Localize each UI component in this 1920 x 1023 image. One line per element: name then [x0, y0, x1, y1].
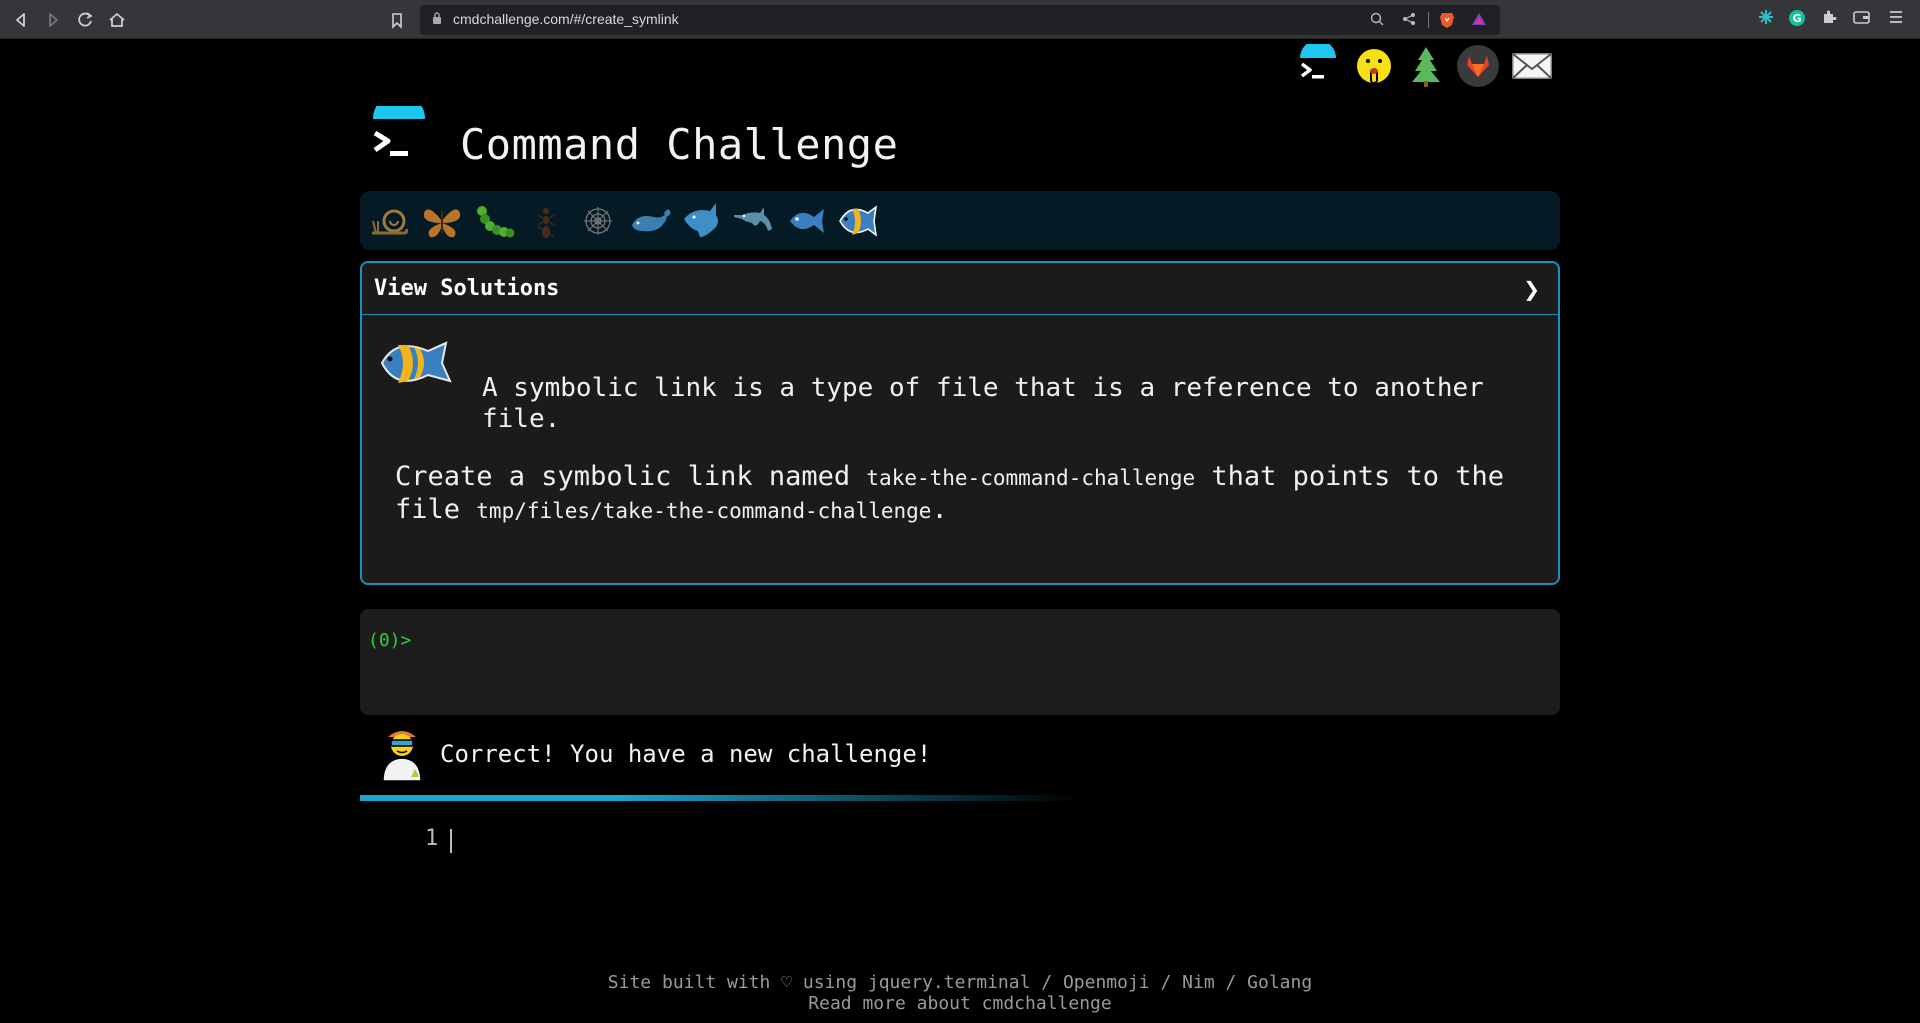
reload-icon[interactable]: [74, 9, 96, 31]
url-divider: [1428, 12, 1429, 28]
caterpillar-icon[interactable]: [472, 199, 516, 243]
lock-icon: [433, 12, 441, 24]
svg-text:G: G: [1792, 12, 1801, 25]
status-message: Correct! You have a new challenge!: [440, 740, 932, 768]
footer: Site built with ♡ using jquery.terminal …: [0, 972, 1920, 1014]
butterfly-icon[interactable]: [420, 199, 464, 243]
fish-icon[interactable]: [784, 199, 828, 243]
task-link-name: take-the-command-challenge: [866, 466, 1196, 490]
challenge-description: A symbolic link is a type of file that i…: [482, 373, 1484, 434]
whale-icon[interactable]: [628, 199, 672, 243]
url-text[interactable]: cmdchallenge.com/#/create_symlink: [453, 11, 679, 27]
wallet-icon[interactable]: [1851, 9, 1873, 31]
home-icon[interactable]: [106, 9, 128, 31]
tropical-fish-icon: [380, 341, 452, 383]
browser-toolbar: cmdchallenge.com/#/create_symlink G: [0, 0, 1920, 39]
chevron-right-icon: ❯: [1523, 277, 1540, 301]
spider-web-icon[interactable]: [576, 199, 620, 243]
solutions-panel: View Solutions ❯ A symbolic link is a ty…: [360, 261, 1560, 585]
view-solutions-label: View Solutions: [374, 276, 560, 301]
perplexity-icon[interactable]: [1755, 9, 1777, 31]
terminal[interactable]: (0)>: [360, 609, 1560, 715]
terminal-logo-icon[interactable]: [1296, 44, 1340, 88]
challenge-task: Create a symbolic link named take-the-co…: [395, 461, 1545, 527]
extensions-icon[interactable]: [1818, 9, 1840, 31]
read-more-link[interactable]: Read more about cmdchallenge: [0, 993, 1920, 1014]
zoom-icon[interactable]: [1368, 11, 1386, 29]
terminal-prompt: (0)>: [368, 630, 412, 651]
address-bar[interactable]: cmdchallenge.com/#/create_symlink: [420, 5, 1500, 35]
grammarly-icon[interactable]: G: [1786, 9, 1808, 31]
footer-credits[interactable]: Site built with ♡ using jquery.terminal …: [0, 972, 1920, 993]
scientist-avatar-icon: [382, 731, 422, 782]
tree-icon[interactable]: [1404, 44, 1448, 88]
editor-line-number: 1: [425, 826, 439, 851]
editor-cursor[interactable]: [450, 829, 452, 853]
dolphin-icon[interactable]: [732, 199, 776, 243]
back-icon[interactable]: [10, 9, 32, 31]
challenge-progress-bar: [360, 191, 1560, 250]
task-target-path: tmp/files/take-the-command-challenge: [476, 499, 932, 523]
view-solutions-toggle[interactable]: View Solutions ❯: [362, 263, 1558, 315]
tropical-fish-icon[interactable]: [836, 199, 880, 243]
shark-icon[interactable]: [680, 199, 724, 243]
bookmark-icon[interactable]: [386, 9, 408, 31]
shushing-face-icon[interactable]: [1352, 44, 1396, 88]
page-title: Command Challenge: [460, 120, 899, 169]
brave-rewards-icon[interactable]: [1470, 11, 1488, 29]
menu-icon[interactable]: [1885, 9, 1907, 31]
progress-bar: [360, 795, 1080, 801]
site-logo-icon: [373, 106, 425, 156]
forward-icon[interactable]: [42, 9, 64, 31]
task-prefix: Create a symbolic link named: [395, 461, 867, 492]
email-icon[interactable]: [1510, 44, 1554, 88]
snail-icon[interactable]: [368, 199, 412, 243]
brave-shield-icon[interactable]: [1438, 11, 1456, 29]
gitlab-icon[interactable]: [1456, 44, 1500, 88]
ant-icon[interactable]: [524, 199, 568, 243]
task-suffix: .: [931, 494, 948, 525]
share-icon[interactable]: [1400, 11, 1418, 29]
